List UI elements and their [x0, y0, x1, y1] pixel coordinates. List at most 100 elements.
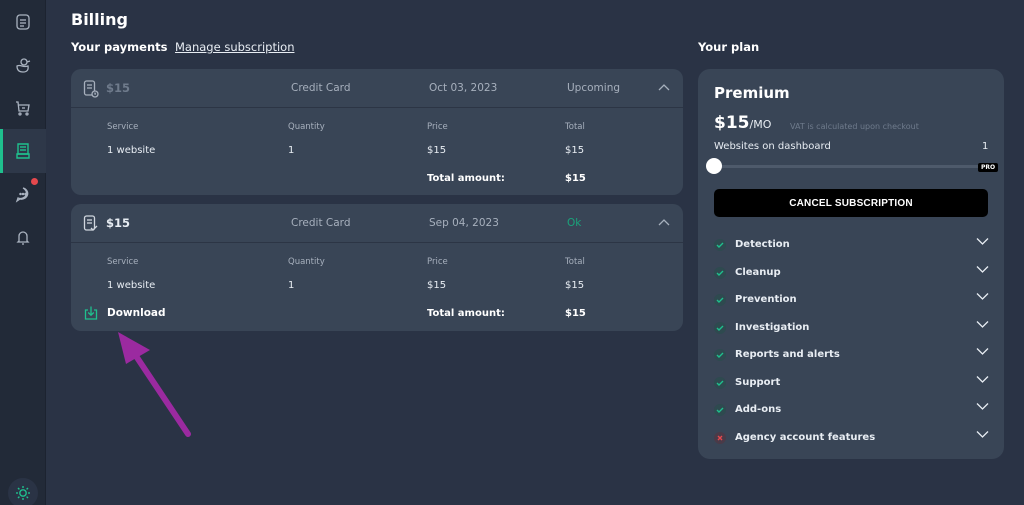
theme-toggle-button[interactable] [8, 478, 38, 505]
feature-item[interactable]: Add-ons [714, 400, 990, 420]
receipt-pending-icon [83, 80, 99, 98]
column-header-price: Price [427, 257, 448, 267]
pro-badge: PRO [978, 163, 999, 172]
total-amount-label: Total amount: [427, 308, 505, 319]
service-value: 1 website [107, 145, 156, 156]
sun-icon [16, 486, 30, 500]
feature-item[interactable]: Detection [714, 235, 990, 255]
check-icon [714, 376, 726, 389]
chevron-down-icon[interactable] [976, 237, 989, 246]
chevron-down-icon[interactable] [976, 320, 989, 329]
column-header-service: Service [107, 257, 139, 267]
quantity-value: 1 [288, 145, 295, 156]
websites-slider-thumb[interactable] [706, 158, 722, 174]
column-header-service: Service [107, 122, 139, 132]
check-icon [714, 321, 726, 334]
sidebar-item-cart[interactable] [0, 86, 46, 130]
total-value: $15 [565, 280, 585, 291]
feature-label: Support [735, 376, 781, 388]
column-header-total: Total [565, 122, 585, 132]
duck-icon [16, 58, 31, 73]
payment-method: Credit Card [291, 217, 351, 229]
receipt-check-icon [83, 215, 98, 231]
check-icon [714, 239, 726, 251]
sidebar [0, 0, 46, 505]
feature-item[interactable]: Reports and alerts [714, 345, 990, 365]
payment-method: Credit Card [291, 82, 351, 94]
price-period: /MO [749, 118, 772, 131]
sidebar-item-messages[interactable] [0, 172, 46, 216]
chevron-down-icon[interactable] [976, 375, 989, 384]
annotation-arrow [118, 332, 191, 437]
payment-card-header[interactable]: $15 Credit Card Sep 04, 2023 Ok [71, 204, 683, 243]
feature-item[interactable]: Investigation [714, 318, 990, 338]
check-icon [714, 404, 726, 416]
payment-amount: $15 [106, 216, 131, 230]
payment-card-paid: $15 Credit Card Sep 04, 2023 Ok Service … [71, 204, 683, 331]
chevron-up-icon[interactable] [658, 218, 670, 226]
feature-label: Reports and alerts [735, 349, 840, 360]
download-icon [84, 306, 98, 320]
feature-item[interactable]: Agency account features [714, 428, 990, 448]
payment-status: Ok [567, 217, 582, 229]
plan-heading: Your plan [698, 40, 760, 54]
feature-label: Prevention [735, 294, 797, 305]
payment-card-upcoming: $15 Credit Card Oct 03, 2023 Upcoming Se… [71, 69, 683, 195]
feature-item[interactable]: Support [714, 373, 990, 393]
quantity-value: 1 [288, 280, 295, 291]
payment-status: Upcoming [567, 82, 621, 94]
feature-label: Add-ons [735, 404, 782, 415]
websites-value: 1 [982, 141, 989, 152]
column-header-price: Price [427, 122, 448, 132]
chevron-up-icon[interactable] [658, 83, 670, 91]
total-value: $15 [565, 145, 585, 156]
payment-card-header[interactable]: $15 Credit Card Oct 03, 2023 Upcoming [71, 69, 683, 108]
total-amount-label: Total amount: [427, 173, 505, 184]
chevron-down-icon[interactable] [976, 347, 989, 356]
price-value: $15 [427, 280, 447, 291]
page-title: Billing [71, 10, 128, 29]
feature-label: Detection [735, 239, 790, 250]
sidebar-item-duck[interactable] [0, 43, 46, 87]
total-amount-value: $15 [565, 308, 586, 319]
sidebar-item-notifications[interactable] [0, 215, 46, 259]
plan-price: $15/MO [714, 113, 771, 133]
sidebar-item-dashboard[interactable] [0, 0, 46, 44]
document-icon [16, 14, 30, 30]
chevron-down-icon[interactable] [976, 265, 989, 274]
sidebar-item-billing[interactable] [0, 129, 46, 173]
websites-slider-track[interactable] [714, 165, 986, 168]
notification-dot [31, 178, 38, 185]
column-header-quantity: Quantity [288, 122, 325, 132]
payment-amount: $15 [106, 81, 131, 95]
cancel-subscription-button[interactable]: CANCEL SUBSCRIPTION [714, 189, 988, 217]
check-icon [714, 266, 726, 279]
feature-label: Agency account features [735, 431, 876, 443]
plan-name: Premium [714, 84, 790, 102]
check-icon [714, 349, 726, 361]
plan-card: Premium $15/MO VAT is calculated upon ch… [698, 69, 1004, 459]
feature-item[interactable]: Cleanup [714, 263, 990, 283]
column-header-quantity: Quantity [288, 257, 325, 267]
chevron-down-icon[interactable] [976, 402, 989, 411]
price-value: $15 [714, 113, 750, 133]
manage-subscription-link[interactable]: Manage subscription [175, 40, 294, 54]
receipt-icon [16, 143, 30, 159]
payments-heading: Your payments [71, 40, 168, 54]
feature-label: Investigation [735, 321, 810, 333]
bell-icon [16, 231, 30, 245]
price-value: $15 [427, 145, 447, 156]
chevron-down-icon[interactable] [976, 430, 989, 439]
download-button[interactable]: Download [83, 305, 166, 321]
download-label: Download [107, 307, 166, 319]
check-icon [714, 294, 726, 306]
vat-note: VAT is calculated upon checkout [790, 122, 919, 131]
chevron-down-icon[interactable] [976, 292, 989, 301]
cross-icon [714, 431, 726, 444]
feature-item[interactable]: Prevention [714, 290, 990, 310]
cart-icon [16, 101, 30, 116]
chat-icon [15, 187, 29, 203]
payment-date: Sep 04, 2023 [429, 217, 499, 229]
column-header-total: Total [565, 257, 585, 267]
service-value: 1 website [107, 280, 156, 291]
